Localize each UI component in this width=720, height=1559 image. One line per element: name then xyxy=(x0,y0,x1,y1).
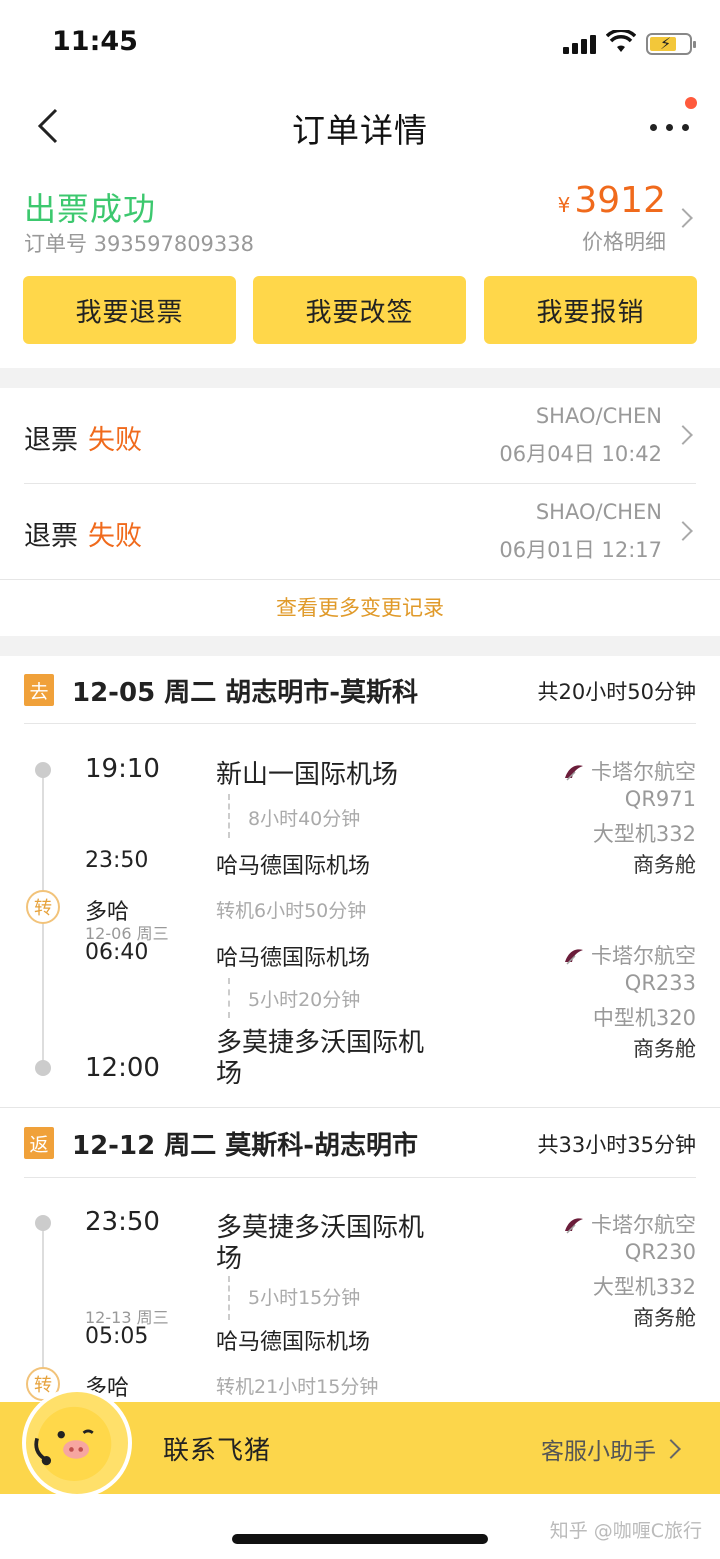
notification-dot xyxy=(685,97,697,109)
transfer-wait: 转机21小时15分钟 xyxy=(216,1376,379,1398)
chevron-right-icon xyxy=(673,425,693,445)
divider xyxy=(0,1107,720,1108)
divider xyxy=(0,579,720,580)
arrival-time: 23:50 xyxy=(85,848,149,873)
battery-icon: ⚡ xyxy=(646,33,696,55)
return-duration: 共33小时35分钟 xyxy=(537,1133,696,1157)
status-time: 11:45 xyxy=(52,26,138,57)
aircraft-type: 大型机332 xyxy=(592,822,696,846)
nav-bar: 订单详情 xyxy=(0,88,720,166)
divider xyxy=(24,1177,696,1178)
section-gap xyxy=(0,368,720,388)
flight-duration: 8小时40分钟 xyxy=(248,808,361,830)
record-passenger: SHAO/CHEN xyxy=(535,404,662,428)
flight-number: QR233 xyxy=(624,971,696,995)
arrival-airport: 哈马德国际机场 xyxy=(216,854,371,879)
transfer-icon: 转 xyxy=(26,890,60,924)
airline: 卡塔尔航空 xyxy=(563,756,696,786)
departure-time: 19:10 xyxy=(85,754,160,784)
currency-symbol: ¥ xyxy=(557,193,571,217)
flight-dash xyxy=(228,794,230,838)
more-icon[interactable] xyxy=(648,106,692,146)
divider xyxy=(24,723,696,724)
flight-duration: 5小时15分钟 xyxy=(248,1287,361,1309)
refund-button[interactable]: 我要退票 xyxy=(23,276,236,344)
record-type: 退票 xyxy=(24,521,78,552)
airline-name: 卡塔尔航空 xyxy=(591,1213,696,1237)
ticket-status: 出票成功 xyxy=(24,190,157,228)
arrival-airport: 多莫捷多沃国际机 xyxy=(216,1028,425,1058)
departure-airport: 多莫捷多沃国际机 xyxy=(216,1213,425,1243)
airline: 卡塔尔航空 xyxy=(563,1209,696,1239)
change-record[interactable]: 退票 失败 SHAO/CHEN 06月01日 12:17 xyxy=(0,484,720,580)
timeline-dot xyxy=(35,1215,51,1231)
qatar-airways-logo-icon xyxy=(565,765,583,781)
section-gap xyxy=(0,636,720,656)
watermark: 知乎 @咖喱C旅行 xyxy=(549,1520,702,1542)
fliggy-mascot-avatar[interactable] xyxy=(22,1388,132,1498)
arrival-airport-line2: 场 xyxy=(216,1059,243,1089)
return-tag: 返 xyxy=(24,1127,54,1159)
departure-airport: 哈马德国际机场 xyxy=(216,946,371,971)
flight-number: QR230 xyxy=(624,1240,696,1264)
cabin-class: 商务舱 xyxy=(633,1306,696,1330)
transfer-wait: 转机6小时50分钟 xyxy=(216,900,367,922)
timeline-dot xyxy=(35,762,51,778)
departure-time: 06:40 xyxy=(85,940,149,965)
flight-number: QR971 xyxy=(624,787,696,811)
pig-mascot-icon xyxy=(34,1406,112,1482)
order-number: 订单号 393597809338 xyxy=(24,232,255,256)
record-result: 失败 xyxy=(88,425,142,456)
departure-time: 23:50 xyxy=(85,1207,160,1237)
assistant-link[interactable]: 客服小助手 xyxy=(541,1432,656,1466)
record-date: 06月01日 12:17 xyxy=(499,538,662,562)
aircraft-type: 中型机320 xyxy=(592,1006,696,1030)
cabin-class: 商务舱 xyxy=(633,1037,696,1061)
change-record[interactable]: 退票 失败 SHAO/CHEN 06月04日 10:42 xyxy=(0,388,720,484)
departure-airport: 新山一国际机场 xyxy=(216,760,399,790)
record-type: 退票 xyxy=(24,425,78,456)
wifi-icon xyxy=(606,30,636,52)
arrival-time: 05:05 xyxy=(85,1324,149,1349)
return-header: 返 12-12 周二 莫斯科-胡志明市 共33小时35分钟 xyxy=(0,1111,720,1175)
qatar-airways-logo-icon xyxy=(565,1218,583,1234)
return-title: 12-12 周二 莫斯科-胡志明市 xyxy=(72,1131,419,1161)
arrival-time: 12:00 xyxy=(85,1053,160,1083)
signal-icon xyxy=(563,34,597,54)
flight-duration: 5小时20分钟 xyxy=(248,989,361,1011)
outbound-tag: 去 xyxy=(24,674,54,706)
airline-name: 卡塔尔航空 xyxy=(591,760,696,784)
aircraft-type: 大型机332 xyxy=(592,1275,696,1299)
flight-dash xyxy=(228,1276,230,1320)
change-button[interactable]: 我要改签 xyxy=(253,276,466,344)
page-title: 订单详情 xyxy=(292,111,428,150)
cabin-class: 商务舱 xyxy=(633,853,696,877)
outbound-header: 去 12-05 周二 胡志明市-莫斯科 共20小时50分钟 xyxy=(0,658,720,722)
chevron-right-icon xyxy=(673,521,693,541)
record-passenger: SHAO/CHEN xyxy=(535,500,662,524)
airline-name: 卡塔尔航空 xyxy=(591,944,696,968)
contact-label[interactable]: 联系飞猪 xyxy=(163,1430,271,1467)
timeline-dot xyxy=(35,1060,51,1076)
chevron-right-icon xyxy=(673,208,693,228)
price-detail-link[interactable]: 价格明细 xyxy=(582,226,666,256)
home-indicator[interactable] xyxy=(232,1534,488,1544)
qatar-airways-logo-icon xyxy=(565,949,583,965)
outbound-duration: 共20小时50分钟 xyxy=(537,680,696,704)
departure-airport-line2: 场 xyxy=(216,1244,243,1274)
reimburse-button[interactable]: 我要报销 xyxy=(484,276,697,344)
status-bar: 11:45 ⚡ xyxy=(0,0,720,88)
record-date: 06月04日 10:42 xyxy=(499,442,662,466)
outbound-title: 12-05 周二 胡志明市-莫斯科 xyxy=(72,678,419,708)
more-records-link[interactable]: 查看更多变更记录 xyxy=(0,592,720,622)
price-value: 3912 xyxy=(574,180,666,221)
flight-dash xyxy=(228,978,230,1018)
price-total[interactable]: ¥3912 xyxy=(558,180,666,221)
arrival-airport: 哈马德国际机场 xyxy=(216,1330,371,1355)
record-result: 失败 xyxy=(88,521,142,552)
airline: 卡塔尔航空 xyxy=(563,940,696,970)
